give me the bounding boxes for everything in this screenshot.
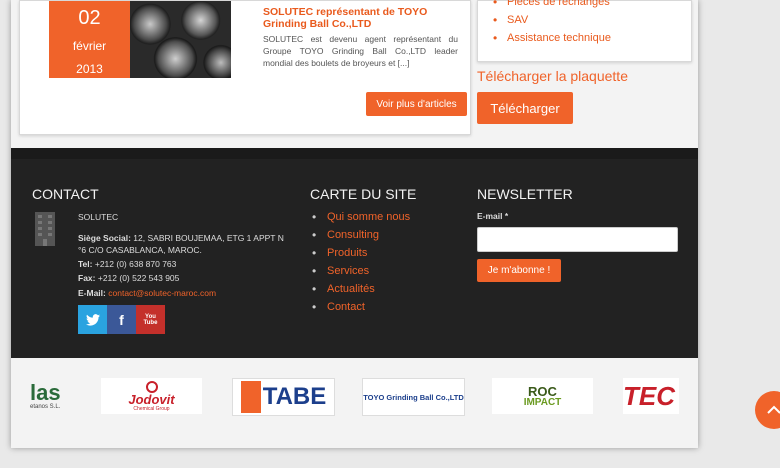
facebook-glyph: f	[119, 311, 124, 328]
fax-value: +212 (0) 522 543 905	[97, 273, 180, 283]
logo-roc-text: ROC	[528, 383, 557, 399]
logo-partial-left-text: las	[30, 380, 61, 405]
logo-partial-left[interactable]: las etanos S.L.	[30, 378, 74, 414]
social-links: f You Tube	[78, 305, 165, 334]
date-year: 2013	[76, 62, 103, 76]
sitemap-item-about[interactable]: Qui somme nous	[310, 208, 410, 226]
download-title: Télécharger la plaquette	[477, 68, 628, 84]
logo-partial-left-sub: etanos S.L.	[30, 404, 61, 410]
logo-toyo-text: TOYO Grinding Ball Co.,LTD	[363, 392, 464, 402]
youtube-glyph: You Tube	[143, 313, 158, 326]
sidebar-links: Pièces de rechanges SAV Assistance techn…	[493, 0, 611, 47]
newsletter-email-label: E-mail *	[477, 211, 509, 221]
sidebar-item-assistance[interactable]: Assistance technique	[493, 29, 611, 47]
sidebar-item-sav[interactable]: SAV	[493, 11, 611, 29]
company-name: SOLUTEC	[78, 212, 119, 222]
siege-label: Siège Social:	[78, 233, 131, 243]
sidebar-item-pieces[interactable]: Pièces de rechanges	[493, 0, 611, 11]
contact-title: CONTACT	[32, 186, 99, 202]
date-day: 02	[78, 7, 101, 29]
chevron-up-icon	[767, 405, 780, 414]
footer: CONTACT SOLUTEC Siège Social: 12, SABRI …	[11, 148, 698, 358]
article-card: 2013 02 février 2013 SOLUTEC représentan…	[19, 0, 471, 135]
sitemap-item-services[interactable]: Services	[310, 262, 410, 280]
phone-line: Tel: +212 (0) 638 870 763	[78, 258, 293, 270]
download-button[interactable]: Télécharger	[477, 92, 573, 124]
sitemap-item-produits[interactable]: Produits	[310, 244, 410, 262]
partner-logos-carousel: las etanos S.L. Jodovit Chemical Group T…	[11, 358, 698, 433]
fax-line: Fax: +212 (0) 522 543 905	[78, 272, 293, 284]
sidebar-links-card: Pièces de rechanges SAV Assistance techn…	[477, 0, 692, 62]
jodovit-mark-icon	[145, 380, 158, 393]
address-line: Siège Social: 12, SABRI BOUJEMAA, ETG 1 …	[78, 232, 293, 256]
tabe-mark-icon	[240, 381, 261, 413]
date-year-partial: 2013	[49, 0, 130, 3]
sitemap-item-consulting[interactable]: Consulting	[310, 226, 410, 244]
scroll-to-top-button[interactable]	[755, 391, 780, 429]
logo-tec-text: TEC	[623, 380, 675, 411]
sitemap-item-contact[interactable]: Contact	[310, 298, 410, 316]
logo-roc-sub: IMPACT	[523, 396, 562, 408]
sitemap-item-actualites[interactable]: Actualités	[310, 280, 410, 298]
logo-toyo[interactable]: TOYO Grinding Ball Co.,LTD	[362, 378, 465, 416]
facebook-icon[interactable]: f	[107, 305, 136, 334]
article-excerpt: SOLUTEC est devenu agent représentant du…	[263, 34, 458, 68]
article-date-badge: 2013 02 février 2013	[49, 0, 130, 78]
newsletter-email-input[interactable]	[477, 227, 678, 252]
logo-jodovit-sub: Chemical Group	[133, 405, 170, 412]
logo-tabe-text: TABE	[262, 383, 327, 410]
footer-top-bar	[11, 148, 698, 159]
logo-jodovit[interactable]: Jodovit Chemical Group	[101, 378, 202, 414]
email-line: E-Mail: contact@solutec-maroc.com	[78, 287, 293, 299]
sitemap-title: CARTE DU SITE	[310, 186, 417, 202]
logo-tabe[interactable]: TABE	[232, 378, 335, 416]
logo-roc-impact[interactable]: ROC IMPACT	[492, 378, 593, 414]
youtube-icon[interactable]: You Tube	[136, 305, 165, 334]
page: 2013 02 février 2013 SOLUTEC représentan…	[11, 0, 698, 448]
logo-jodovit-text: Jodovit	[128, 391, 175, 407]
article-title[interactable]: SOLUTEC représentant de TOYO Grinding Ba…	[263, 6, 458, 30]
building-icon	[32, 210, 58, 246]
email-label: E-Mail:	[78, 288, 106, 298]
sitemap-list: Qui somme nous Consulting Produits Servi…	[310, 208, 410, 316]
article-thumbnail[interactable]	[130, 1, 231, 78]
date-month: février	[72, 39, 107, 53]
twitter-icon[interactable]	[78, 305, 107, 334]
fax-label: Fax:	[78, 273, 96, 283]
newsletter-title: NEWSLETTER	[477, 186, 573, 202]
logo-partial-tec[interactable]: TEC	[623, 378, 679, 414]
email-link[interactable]: contact@solutec-maroc.com	[108, 288, 216, 298]
tel-value: +212 (0) 638 870 763	[94, 259, 177, 269]
more-articles-button[interactable]: Voir plus d'articles	[366, 92, 467, 116]
subscribe-button[interactable]: Je m'abonne !	[477, 259, 561, 282]
tel-label: Tel:	[78, 259, 93, 269]
